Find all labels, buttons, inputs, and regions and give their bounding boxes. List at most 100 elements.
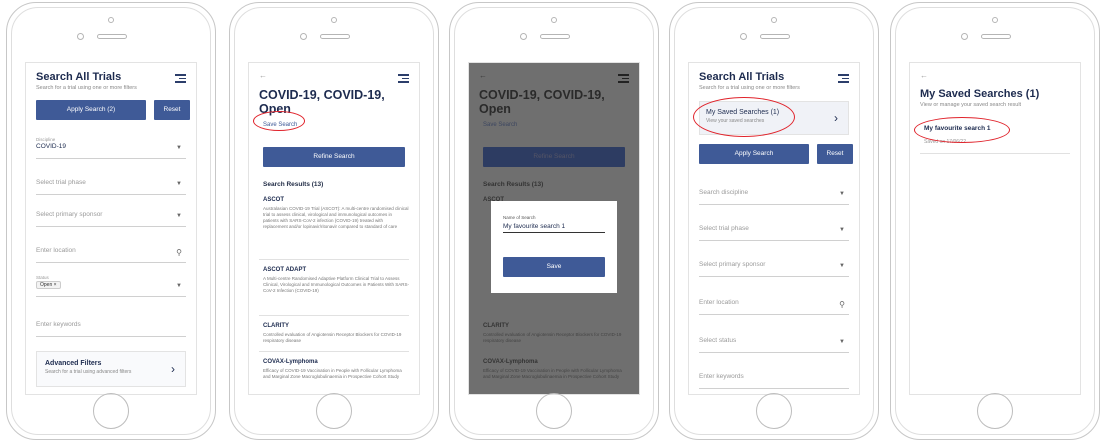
divider <box>259 259 409 260</box>
speaker-icon <box>760 34 790 39</box>
discipline-label: Discipline <box>36 137 56 142</box>
status-chip[interactable]: Open × <box>36 281 61 289</box>
back-arrow-icon[interactable]: ← <box>479 71 629 80</box>
chevron-down-icon: ▼ <box>176 145 182 151</box>
results-title: Search Results (13) <box>483 181 544 188</box>
screen-search-results: ← COVID-19, COVID-19, Open Save Search R… <box>248 62 420 395</box>
menu-icon[interactable] <box>618 74 629 83</box>
home-button[interactable] <box>316 393 352 429</box>
search-name-label: Name of Search <box>503 215 536 220</box>
home-button[interactable] <box>756 393 792 429</box>
results-title: Search Results (13) <box>263 181 324 188</box>
save-button[interactable]: Save <box>503 257 605 277</box>
location-input[interactable]: Enter location ⚲ <box>36 247 186 263</box>
discipline-value: COVID-19 <box>36 143 66 150</box>
page-title: Search All Trials <box>699 71 785 83</box>
reset-button[interactable]: Reset <box>817 144 853 164</box>
phone-frame-4: Search All Trials Search for a trial usi… <box>669 2 879 440</box>
sensor-icon <box>740 33 747 40</box>
status-placeholder: Select status <box>699 337 737 344</box>
divider <box>259 315 409 316</box>
search-name-input[interactable]: My favourite search 1 <box>503 223 605 233</box>
refine-search-button[interactable]: Refine Search <box>483 147 625 167</box>
reset-button[interactable]: Reset <box>154 100 190 120</box>
highlight-save-search <box>253 111 305 131</box>
home-button[interactable] <box>93 393 129 429</box>
sponsor-select[interactable]: Select primary sponsor ▼ <box>36 211 186 227</box>
result-title: CLARITY <box>483 323 509 329</box>
result-item[interactable]: COVAX-Lymphoma Efficacy of COVID-19 Vacc… <box>479 359 629 380</box>
sensor-icon <box>77 33 84 40</box>
phone-frame-1: Search All Trials Search for a trial usi… <box>6 2 216 440</box>
divider <box>920 153 1070 154</box>
result-item[interactable]: COVAX-Lymphoma Efficacy of COVID-19 Vacc… <box>259 359 409 380</box>
sensor-icon <box>520 33 527 40</box>
advanced-filters-card[interactable]: Advanced Filters Search for a trial usin… <box>36 351 186 387</box>
keywords-input[interactable]: Enter keywords <box>36 321 186 337</box>
mockup-stage: Search All Trials Search for a trial usi… <box>0 0 1106 443</box>
divider <box>259 351 409 352</box>
apply-search-button[interactable]: Apply Search <box>699 144 809 164</box>
speaker-icon <box>981 34 1011 39</box>
result-title: COVAX-Lymphoma <box>263 359 318 365</box>
speaker-icon <box>320 34 350 39</box>
apply-search-button[interactable]: Apply Search (2) <box>36 100 146 120</box>
location-placeholder: Enter location <box>36 247 76 254</box>
back-arrow-icon[interactable]: ← <box>259 71 409 80</box>
location-pin-icon: ⚲ <box>839 300 845 309</box>
sponsor-select[interactable]: Select primary sponsor ▼ <box>699 261 849 277</box>
result-desc: Efficacy of COVID-19 Vaccination in Peop… <box>483 368 622 379</box>
result-desc: Controlled evaluation of Angiotensin Rec… <box>263 332 402 343</box>
phase-select[interactable]: Select trial phase ▼ <box>36 179 186 195</box>
result-title: ASCOT <box>263 197 284 203</box>
status-select[interactable]: Select status ▼ <box>699 337 849 353</box>
menu-icon[interactable] <box>175 74 186 83</box>
location-placeholder: Enter location <box>699 299 739 306</box>
sensor-icon <box>961 33 968 40</box>
result-item[interactable]: ASCOT Australasian COVID-19 Trial (ASCOT… <box>259 197 409 230</box>
result-item[interactable]: ASCOT ADAPT A Multi-centre Randomised Ad… <box>259 267 409 294</box>
location-input[interactable]: Enter location ⚲ <box>699 299 849 315</box>
camera-icon <box>331 17 337 23</box>
phone-frame-3: ← COVID-19, COVID-19, Open Save Search R… <box>449 2 659 440</box>
page-title: COVID-19, COVID-19, Open <box>479 88 605 116</box>
result-desc: Australasian COVID-19 Trial (ASCOT): A m… <box>263 206 409 229</box>
save-search-link[interactable]: Save Search <box>483 122 629 128</box>
discipline-select[interactable]: Discipline COVID-19 ▼ <box>36 137 186 159</box>
phase-select[interactable]: Select trial phase ▼ <box>699 225 849 241</box>
back-arrow-icon[interactable]: ← <box>920 71 1070 80</box>
chevron-down-icon: ▼ <box>839 227 845 233</box>
screen-search-all-trials-saved: Search All Trials Search for a trial usi… <box>688 62 860 395</box>
result-title: COVAX-Lymphoma <box>483 359 538 365</box>
discipline-select[interactable]: Search discipline ▼ <box>699 189 849 205</box>
location-pin-icon: ⚲ <box>176 248 182 257</box>
result-item[interactable]: CLARITY Controlled evaluation of Angiote… <box>259 323 409 344</box>
chevron-right-icon: › <box>834 111 838 125</box>
page-subtitle: Search for a trial using one or more fil… <box>36 85 137 91</box>
home-button[interactable] <box>977 393 1013 429</box>
result-title: ASCOT ADAPT <box>263 267 307 273</box>
chevron-down-icon: ▼ <box>176 213 182 219</box>
home-button[interactable] <box>536 393 572 429</box>
highlight-saved-searches <box>693 97 795 137</box>
advanced-sub: Search for a trial using advanced filter… <box>45 369 132 375</box>
menu-icon[interactable] <box>398 74 409 83</box>
highlight-saved-item <box>914 117 1010 143</box>
refine-search-button[interactable]: Refine Search <box>263 147 405 167</box>
sensor-icon <box>300 33 307 40</box>
menu-icon[interactable] <box>838 74 849 83</box>
status-select[interactable]: Status Open × ▼ <box>36 275 186 297</box>
keywords-input[interactable]: Enter keywords <box>699 373 849 389</box>
result-item[interactable]: CLARITY Controlled evaluation of Angiote… <box>479 323 629 344</box>
chevron-down-icon: ▼ <box>176 181 182 187</box>
camera-icon <box>108 17 114 23</box>
advanced-title: Advanced Filters <box>45 360 102 367</box>
save-search-dialog: Name of Search My favourite search 1 Sav… <box>491 201 617 293</box>
speaker-icon <box>540 34 570 39</box>
phase-placeholder: Select trial phase <box>36 179 86 186</box>
keywords-placeholder: Enter keywords <box>36 321 81 328</box>
chevron-right-icon: › <box>171 362 175 376</box>
sponsor-placeholder: Select primary sponsor <box>699 261 766 268</box>
screen-my-saved-searches: ← My Saved Searches (1) View or manage y… <box>909 62 1081 395</box>
chevron-down-icon: ▼ <box>839 263 845 269</box>
